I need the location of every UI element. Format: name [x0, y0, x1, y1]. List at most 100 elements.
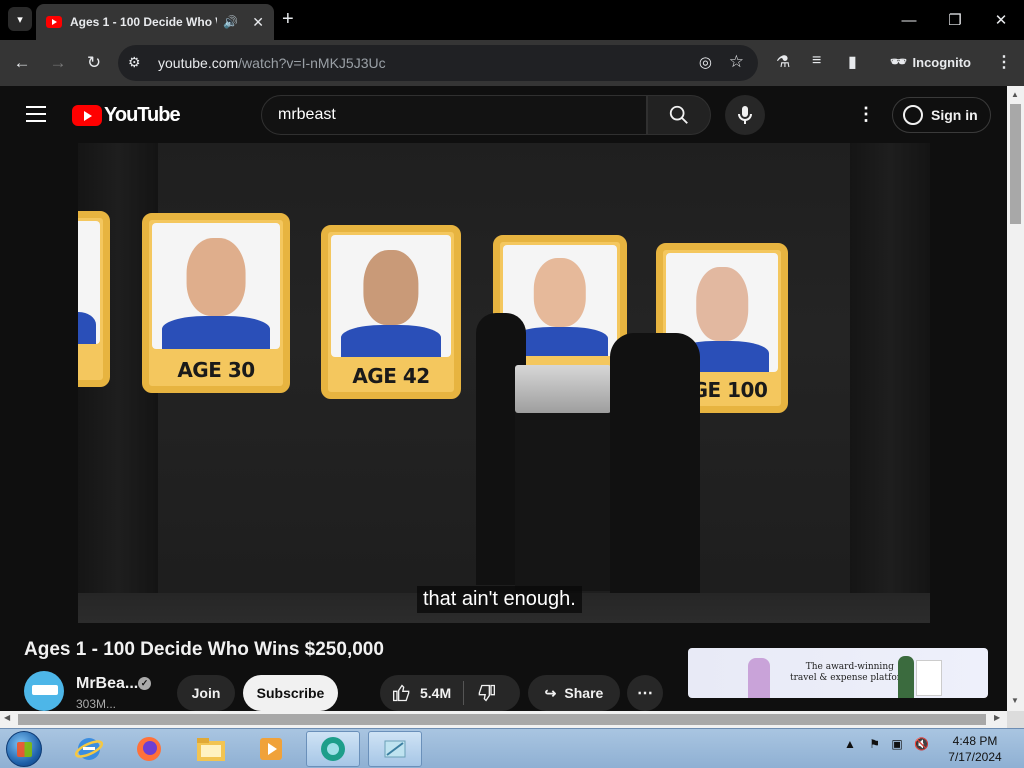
tab-title: Ages 1 - 100 Decide Who Wins $250,000 — [70, 15, 217, 29]
minimize-button[interactable]: — — [886, 0, 932, 40]
browser-tab-active[interactable]: Ages 1 - 100 Decide Who Wins $250,000 🔊 … — [36, 4, 274, 40]
horizontal-scroll-thumb[interactable] — [18, 714, 986, 725]
tracking-protection-icon[interactable]: ◎ — [699, 53, 712, 71]
stage-curtain-right — [850, 143, 930, 623]
chrome-taskbar-button[interactable] — [306, 731, 360, 767]
thumbs-up-icon — [393, 684, 410, 702]
briefcase-stack — [515, 365, 611, 413]
clock-date: 7/17/2024 — [948, 750, 1002, 764]
share-button[interactable]: ↪ Share — [528, 675, 620, 711]
sponsored-ad-banner[interactable]: The award-winning travel & expense platf… — [688, 648, 988, 698]
browser-toolbar: ← → ↻ ⚙ youtube.com/watch?v=I-nMKJ5J3Uc … — [0, 40, 1024, 86]
search-input[interactable] — [262, 96, 646, 134]
host-figure — [610, 333, 700, 595]
like-button[interactable]: 5.4M — [392, 683, 451, 703]
thumbs-down-icon[interactable] — [476, 683, 496, 703]
close-tab-icon[interactable]: ✕ — [252, 14, 264, 31]
internet-explorer-icon[interactable] — [62, 731, 116, 767]
voice-search-button[interactable] — [725, 95, 765, 135]
ad-figure — [748, 658, 770, 698]
join-button[interactable]: Join — [177, 675, 235, 711]
vertical-scroll-thumb[interactable] — [1010, 104, 1021, 224]
sign-in-button[interactable]: Sign in — [892, 97, 991, 133]
like-count: 5.4M — [420, 685, 452, 701]
ad-text: The award-winning travel & expense platf… — [790, 662, 910, 683]
network-icon[interactable]: ▣ — [891, 737, 902, 751]
scroll-down-arrow-icon[interactable]: ▼ — [1011, 696, 1019, 705]
more-actions-button[interactable]: ⋯ — [627, 675, 663, 711]
youtube-play-icon — [72, 105, 102, 126]
labs-flask-icon[interactable]: ⚗ — [776, 52, 790, 72]
clock-time: 4:48 PM — [952, 734, 998, 748]
like-dislike-group: 5.4M — [380, 675, 520, 711]
forward-button[interactable]: → — [46, 51, 70, 75]
back-button[interactable]: ← — [10, 51, 34, 75]
contestant-card — [78, 211, 110, 387]
share-label: Share — [564, 685, 604, 701]
restore-button[interactable]: ❐ — [932, 0, 978, 40]
card-age-label: AGE 42 — [352, 364, 430, 388]
share-icon: ↪ — [544, 684, 557, 701]
reload-button[interactable]: ↻ — [82, 51, 106, 75]
show-hidden-icons-icon[interactable]: ▲ — [844, 737, 856, 751]
start-button[interactable] — [6, 731, 42, 767]
channel-avatar[interactable] — [24, 671, 64, 711]
system-tray: ▲ ⚑ ▣ 🔇 — [844, 737, 929, 751]
new-tab-button[interactable]: + — [282, 8, 294, 31]
scrollbar-corner — [1007, 711, 1024, 728]
browser-tabstrip: ▾ Ages 1 - 100 Decide Who Wins $250,000 … — [0, 0, 1024, 40]
search-box[interactable] — [261, 95, 647, 135]
youtube-logo[interactable]: YouTube — [72, 104, 181, 127]
youtube-header: YouTube ⋮ Sign in — [0, 86, 1007, 143]
search-button[interactable] — [647, 95, 711, 135]
ad-card-image — [916, 660, 942, 696]
account-icon — [903, 105, 923, 125]
screen: ▾ Ages 1 - 100 Decide Who Wins $250,000 … — [0, 0, 1024, 768]
card-age-label: AGE 30 — [177, 358, 255, 382]
close-window-button[interactable]: ✕ — [978, 0, 1024, 40]
site-info-icon[interactable]: ⚙ — [128, 54, 141, 71]
contestant-card-age-42: AGE 42 — [321, 225, 461, 399]
search-icon — [669, 105, 688, 124]
bookmark-star-icon[interactable]: ☆ — [729, 52, 744, 72]
settings-menu-icon[interactable]: ⋮ — [857, 104, 875, 125]
incognito-icon: 🕶 — [890, 54, 907, 69]
browser-menu-icon[interactable]: ⋮ — [996, 52, 1012, 72]
scroll-up-arrow-icon[interactable]: ▲ — [1011, 90, 1019, 99]
vertical-scrollbar[interactable]: ▲ ▼ — [1007, 86, 1024, 713]
ad-figure — [898, 656, 914, 698]
youtube-favicon-icon — [46, 16, 62, 28]
volume-muted-icon[interactable]: 🔇 — [914, 737, 929, 751]
notes-taskbar-button[interactable] — [368, 731, 422, 767]
contestant-figure — [515, 391, 613, 591]
incognito-label: Incognito — [912, 54, 972, 70]
channel-name[interactable]: MrBea... — [76, 675, 138, 693]
verified-badge-icon: ✓ — [138, 677, 151, 690]
firefox-icon[interactable] — [122, 731, 176, 767]
guide-menu-icon[interactable] — [26, 106, 46, 122]
video-details: Ages 1 - 100 Decide Who Wins $250,000 Mr… — [0, 623, 1007, 713]
incognito-indicator[interactable]: 🕶 Incognito — [890, 54, 971, 70]
address-bar[interactable]: ⚙ youtube.com/watch?v=I-nMKJ5J3Uc ◎ ☆ — [118, 45, 758, 81]
url-text[interactable]: youtube.com/watch?v=I-nMKJ5J3Uc — [158, 55, 386, 71]
sign-in-label: Sign in — [931, 107, 978, 123]
action-center-flag-icon[interactable]: ⚑ — [869, 737, 880, 751]
logo-wordmark: YouTube — [104, 104, 181, 126]
subscribe-button[interactable]: Subscribe — [243, 675, 338, 711]
microphone-icon — [738, 106, 752, 124]
video-title: Ages 1 - 100 Decide Who Wins $250,000 — [24, 639, 384, 660]
horizontal-scrollbar[interactable]: ◀ ▶ — [0, 711, 1007, 728]
tab-search-button[interactable]: ▾ — [8, 7, 32, 31]
video-caption: that ain't enough. — [417, 586, 582, 613]
media-player-icon[interactable] — [244, 731, 298, 767]
side-panel-icon[interactable]: ▮ — [848, 52, 857, 72]
scroll-left-arrow-icon[interactable]: ◀ — [4, 713, 10, 722]
scroll-right-arrow-icon[interactable]: ▶ — [994, 713, 1000, 722]
media-controls-icon[interactable]: ≡ — [812, 52, 821, 70]
contestant-card-age-30: AGE 30 — [142, 213, 290, 393]
file-explorer-icon[interactable] — [184, 731, 238, 767]
subscriber-count: 303M... — [76, 697, 117, 711]
speaker-icon[interactable]: 🔊 — [223, 15, 238, 29]
clock[interactable]: 4:48 PM 7/17/2024 — [940, 733, 1010, 765]
video-player[interactable]: AGE 30 AGE 42 AGE 100 — [78, 143, 930, 623]
